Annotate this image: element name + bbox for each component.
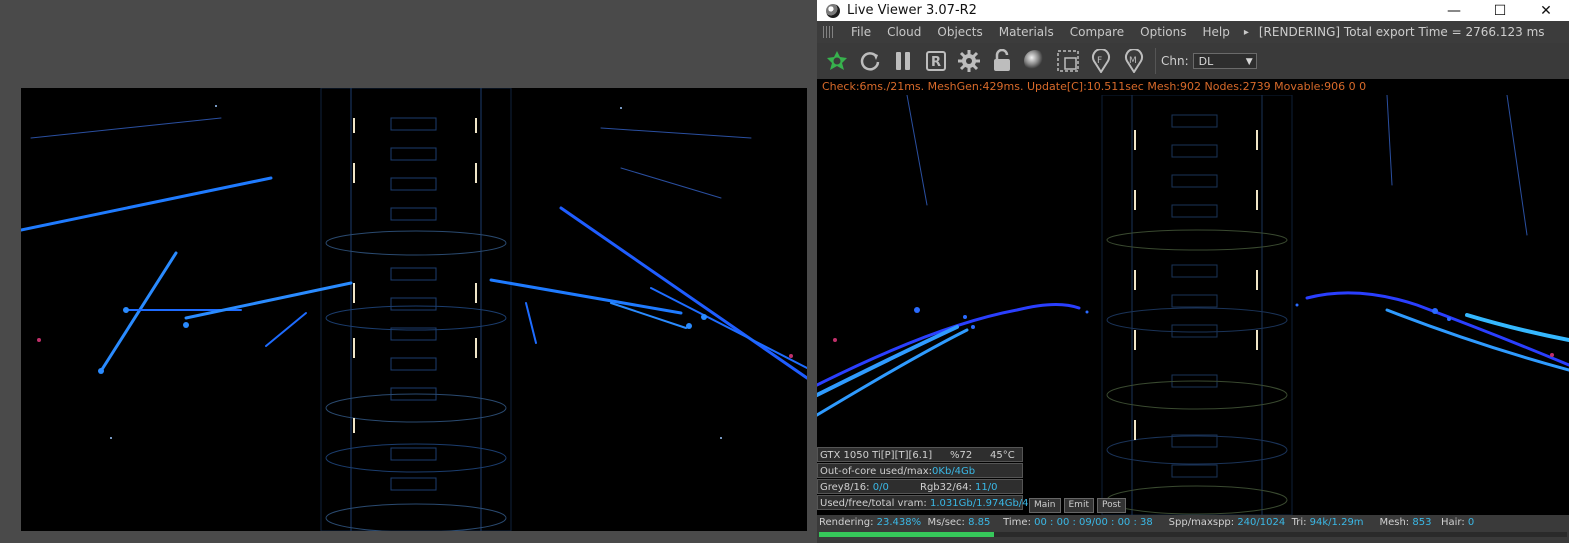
octane-logo-icon[interactable] <box>824 48 850 74</box>
gpu-temperature: 45°C <box>990 450 1015 461</box>
chevron-down-icon: ▼ <box>1245 57 1253 67</box>
lock-icon[interactable] <box>989 48 1015 74</box>
rgb-value: 11/0 <box>975 482 998 493</box>
hud-tab-buttons: Main Emit Post <box>1029 498 1129 513</box>
time-label: Time: <box>1003 517 1035 528</box>
hair-value: 0 <box>1467 517 1475 528</box>
gear-icon[interactable] <box>956 48 982 74</box>
close-button[interactable]: ✕ <box>1523 0 1569 21</box>
menu-compare[interactable]: Compare <box>1062 25 1132 39</box>
mssec-label: Ms/sec: <box>927 517 969 528</box>
mesh-label: Mesh: <box>1379 517 1413 528</box>
rgb-label: Rgb32/64: <box>920 482 976 493</box>
time-value: 00 : 00 : 09/00 : 00 : 38 <box>1034 517 1153 528</box>
region-icon[interactable] <box>1055 48 1081 74</box>
menu-options[interactable]: Options <box>1132 25 1194 39</box>
grip-icon[interactable] <box>823 26 835 38</box>
hud-out-of-core-row: Out-of-core used/max:0Kb/4Gb <box>817 463 1023 478</box>
render-status-bar: Rendering: 23.438% Ms/sec: 8.85 Time: 00… <box>817 515 1569 531</box>
window-controls: — ☐ ✕ <box>1431 0 1569 21</box>
r-icon[interactable]: R <box>923 48 949 74</box>
refresh-icon[interactable] <box>857 48 883 74</box>
scene-stats-line: Check:6ms./21ms. MeshGen:429ms. Update[C… <box>817 79 1569 95</box>
svg-text:R: R <box>931 55 941 70</box>
menu-materials[interactable]: Materials <box>991 25 1062 39</box>
hud-vram-row: Used/free/total vram: 1.031Gb/1.974Gb/4G… <box>817 495 1043 510</box>
gpu-usage: %72 <box>950 450 973 461</box>
particle-streaks <box>21 117 807 380</box>
hair-label: Hair: <box>1441 517 1468 528</box>
toolbar-separator <box>1155 48 1156 74</box>
hud-main-button[interactable]: Main <box>1029 498 1061 513</box>
hud-emit-button[interactable]: Emit <box>1063 498 1094 513</box>
hud-gpu-row: GTX 1050 Ti[P][T][6.1] %72 45°C <box>817 447 1023 462</box>
grey-label: Grey8/16: <box>820 482 873 493</box>
menu-help[interactable]: Help <box>1194 25 1237 39</box>
render-tower <box>1101 95 1293 515</box>
menu-objects[interactable]: Objects <box>929 25 990 39</box>
tri-label: Tri: <box>1291 517 1310 528</box>
spp-value: 240/1024 <box>1237 517 1286 528</box>
scene-render-left <box>21 88 807 531</box>
maximize-button[interactable]: ☐ <box>1477 0 1523 21</box>
svg-text:F: F <box>1097 56 1102 66</box>
rendering-value: 23.438% <box>876 517 922 528</box>
menu-file[interactable]: File <box>843 25 879 39</box>
tri-value: 94k/1.29m <box>1309 517 1364 528</box>
menu-overflow-arrow-icon[interactable]: ▸ <box>1238 27 1255 38</box>
menu-bar: File Cloud Objects Materials Compare Opt… <box>817 21 1569 43</box>
pin-m-icon[interactable]: M <box>1121 48 1147 74</box>
grey-value: 0/0 <box>872 482 889 493</box>
out-of-core-value: 0Kb/4Gb <box>932 466 976 477</box>
out-of-core-label: Out-of-core used/max: <box>820 466 933 477</box>
vram-label: Used/free/total vram: <box>820 498 930 509</box>
title-bar[interactable]: Live Viewer 3.07-R2 — ☐ ✕ <box>817 0 1569 21</box>
rendering-label: Rendering: <box>819 517 877 528</box>
window-title: Live Viewer 3.07-R2 <box>847 3 977 18</box>
channel-label: Chn: <box>1161 54 1189 68</box>
menu-cloud[interactable]: Cloud <box>879 25 929 39</box>
render-tower-highlights <box>1134 130 1258 440</box>
hud-texture-row: Grey8/16: 0/0 Rgb32/64: 11/0 <box>817 479 1023 494</box>
tower-highlights <box>353 118 477 433</box>
spp-label: Spp/maxspp: <box>1168 517 1238 528</box>
render-progress-fill <box>819 532 995 537</box>
render-progress-track <box>819 532 1567 537</box>
svg-text:M: M <box>1129 56 1137 66</box>
gpu-name: GTX 1050 Ti[P][T][6.1] <box>820 450 933 461</box>
editor-viewport[interactable] <box>21 88 807 531</box>
render-hud: GTX 1050 Ti[P][T][6.1] %72 45°C Out-of-c… <box>817 447 1043 511</box>
particle-dots <box>37 105 793 439</box>
sphere-icon[interactable] <box>1022 48 1048 74</box>
minimize-button[interactable]: — <box>1431 0 1477 21</box>
channel-select[interactable]: DL ▼ <box>1192 53 1257 69</box>
live-viewer-window: Live Viewer 3.07-R2 — ☐ ✕ File Cloud Obj… <box>817 0 1569 543</box>
mesh-value: 853 <box>1412 517 1432 528</box>
pause-icon[interactable] <box>890 48 916 74</box>
render-streaks <box>817 95 1569 417</box>
channel-select-value: DL <box>1198 55 1214 68</box>
hud-post-button[interactable]: Post <box>1096 498 1126 513</box>
cinema4d-logo-icon <box>826 3 840 18</box>
vram-value: 1.031Gb/1.974Gb/4Gb <box>929 498 1043 509</box>
tower-structure <box>320 88 512 531</box>
mssec-value: 8.85 <box>968 517 991 528</box>
pin-f-icon[interactable]: F <box>1088 48 1114 74</box>
toolbar: R F M Chn: DL ▼ <box>817 43 1569 79</box>
render-status-text: [RENDERING] Total export Time = 2766.123… <box>1258 25 1545 39</box>
